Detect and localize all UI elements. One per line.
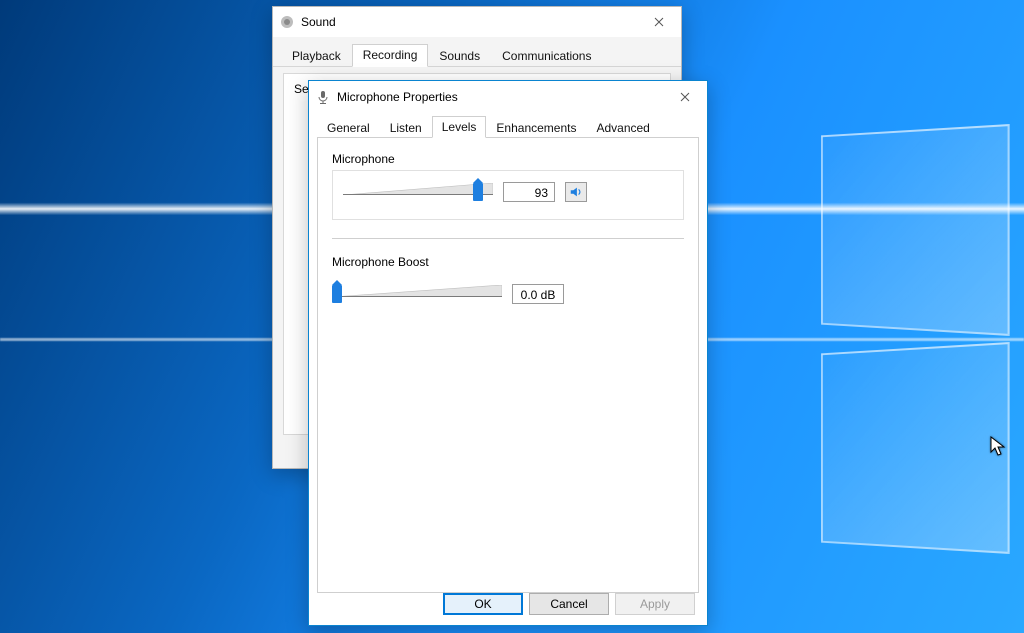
- microphone-boost-value[interactable]: 0.0 dB: [512, 284, 564, 304]
- sound-title: Sound: [301, 15, 637, 29]
- microphone-mute-button[interactable]: [565, 182, 587, 202]
- sound-titlebar-icon: [279, 14, 295, 30]
- sound-titlebar[interactable]: Sound: [273, 7, 681, 37]
- tab-playback[interactable]: Playback: [281, 45, 352, 67]
- levels-tab-page: Microphone 93: [317, 137, 699, 593]
- microphone-boost-group: 0.0 dB: [332, 273, 684, 321]
- tab-sounds[interactable]: Sounds: [428, 45, 491, 67]
- cancel-button[interactable]: Cancel: [529, 593, 609, 615]
- tab-recording[interactable]: Recording: [352, 44, 429, 67]
- boost-slider-thumb[interactable]: [332, 285, 342, 303]
- microphone-boost-section-label: Microphone Boost: [332, 255, 684, 269]
- sound-tabs: Playback Recording Sounds Communications: [273, 37, 681, 67]
- tab-general[interactable]: General: [317, 117, 380, 138]
- microphone-properties-window: Microphone Properties General Listen Lev…: [308, 80, 708, 626]
- section-divider: [332, 238, 684, 239]
- tab-advanced[interactable]: Advanced: [586, 117, 659, 138]
- mic-titlebar[interactable]: Microphone Properties: [309, 81, 707, 113]
- tab-enhancements[interactable]: Enhancements: [486, 117, 586, 138]
- dialog-button-row: OK Cancel Apply: [443, 593, 695, 615]
- microphone-level-value[interactable]: 93: [503, 182, 555, 202]
- microphone-level-group: 93: [332, 170, 684, 220]
- microphone-level-slider[interactable]: [343, 179, 493, 205]
- microphone-slider-thumb[interactable]: [473, 183, 483, 201]
- microphone-section-label: Microphone: [332, 152, 684, 166]
- tab-communications[interactable]: Communications: [491, 45, 602, 67]
- wallpaper-pane: [821, 342, 1010, 554]
- desktop-background: Sound Playback Recording Sounds Communic…: [0, 0, 1024, 633]
- tab-levels[interactable]: Levels: [432, 116, 487, 138]
- mic-title: Microphone Properties: [337, 90, 663, 104]
- microphone-icon: [315, 89, 331, 105]
- ok-button[interactable]: OK: [443, 593, 523, 615]
- microphone-boost-slider[interactable]: [332, 281, 502, 307]
- mic-tabs: General Listen Levels Enhancements Advan…: [317, 115, 699, 137]
- mic-close-button[interactable]: [663, 82, 707, 112]
- sound-close-button[interactable]: [637, 7, 681, 37]
- wallpaper-pane: [821, 124, 1010, 336]
- tab-listen[interactable]: Listen: [380, 117, 432, 138]
- speaker-icon: [569, 185, 583, 199]
- apply-button: Apply: [615, 593, 695, 615]
